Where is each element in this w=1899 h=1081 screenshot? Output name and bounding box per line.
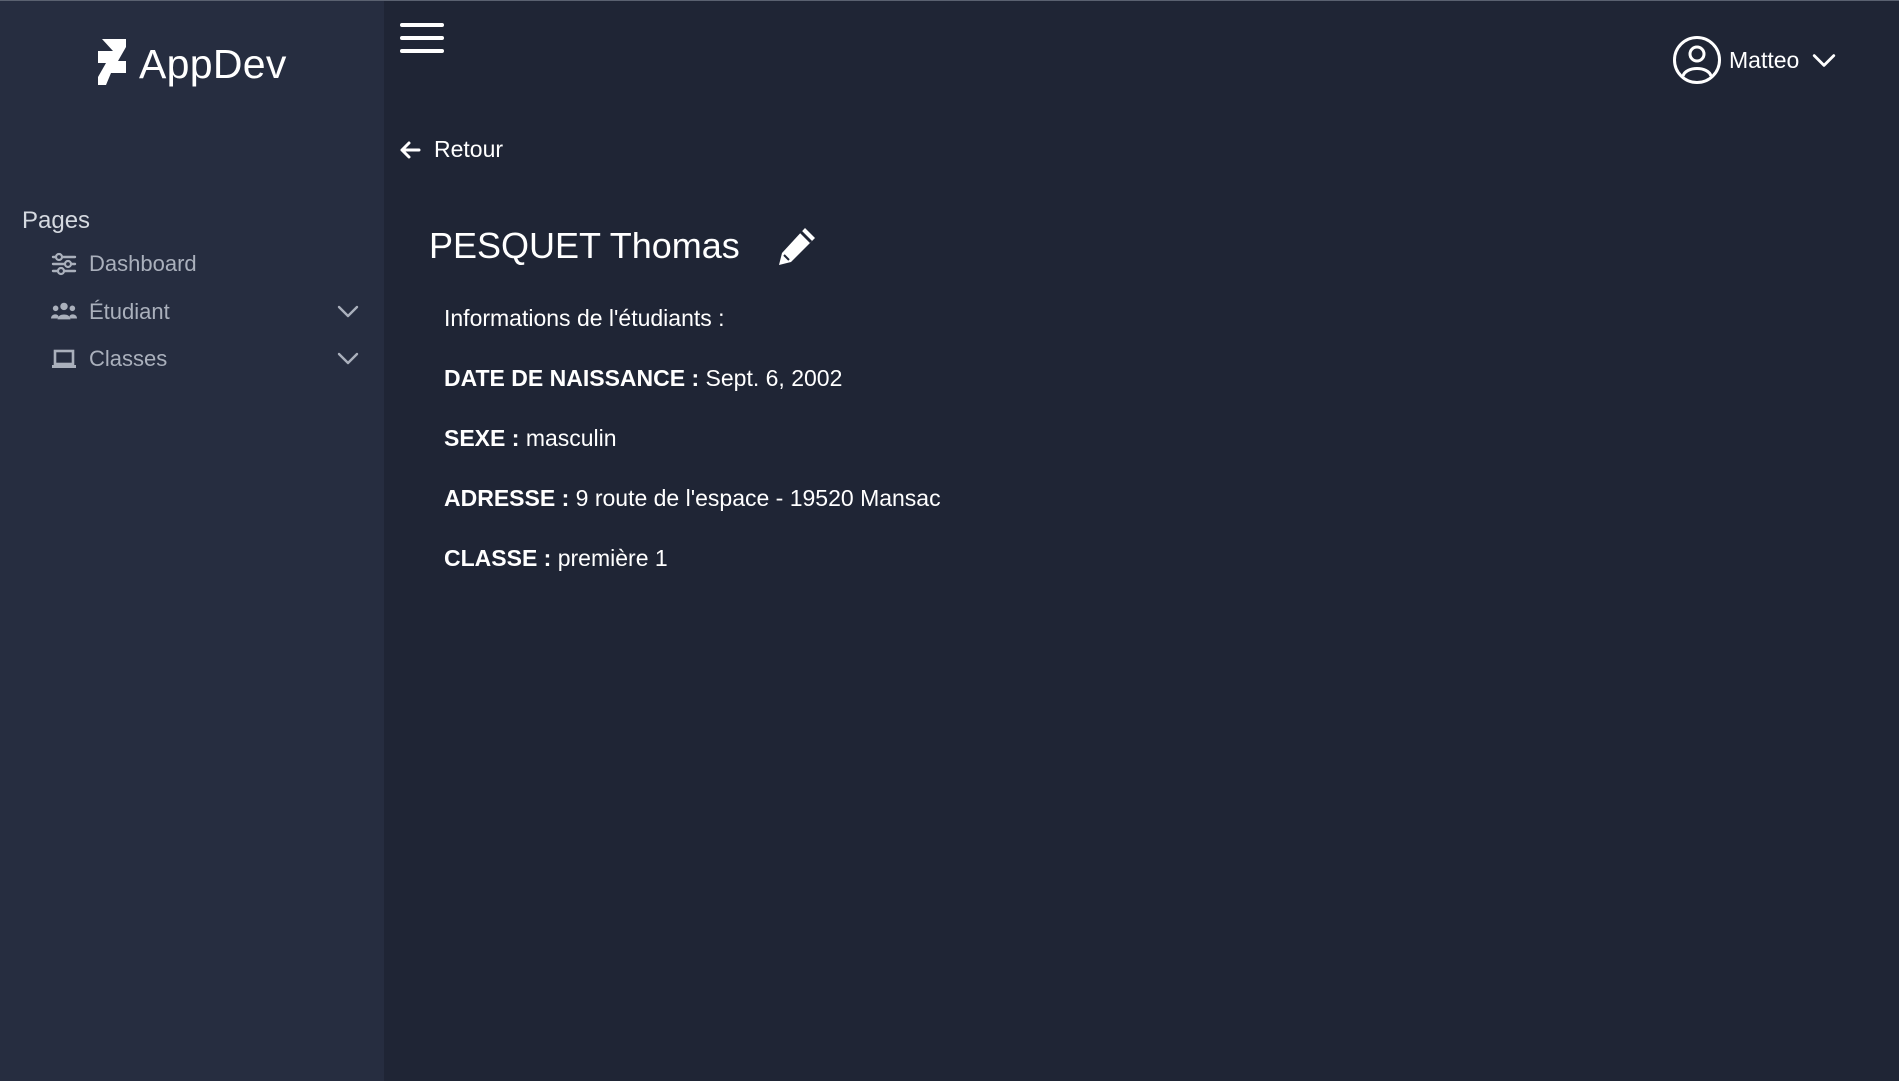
brand-name: AppDev	[139, 41, 287, 87]
back-label: Retour	[434, 136, 504, 162]
field-label: CLASSE :	[444, 545, 552, 571]
user-circle-icon	[1672, 35, 1722, 85]
deviantart-logo-icon	[96, 39, 128, 90]
pencil-icon[interactable]	[776, 225, 818, 267]
sidebar-item-label: Classes	[89, 346, 168, 371]
main-content: Matteo Retour PESQUET Thomas Information…	[384, 1, 1899, 1081]
user-menu[interactable]: Matteo	[1672, 34, 1837, 86]
sidebar-item-classes[interactable]: Classes	[50, 339, 372, 379]
chevron-down-icon[interactable]	[336, 346, 360, 370]
student-header: PESQUET Thomas	[429, 225, 818, 267]
nav-heading: Pages	[22, 207, 91, 234]
sliders-icon	[50, 252, 78, 276]
field-sex: SEXE : masculin	[444, 425, 617, 452]
brand[interactable]: AppDev	[96, 39, 287, 90]
hamburger-menu-icon[interactable]	[400, 23, 444, 55]
laptop-icon	[50, 347, 78, 371]
back-link[interactable]: Retour	[398, 136, 503, 163]
field-class: CLASSE : première 1	[444, 545, 668, 572]
sidebar-item-dashboard[interactable]: Dashboard	[50, 244, 372, 284]
arrow-left-icon	[400, 141, 421, 158]
field-label: SEXE :	[444, 425, 520, 451]
field-address: ADRESSE : 9 route de l'espace - 19520 Ma…	[444, 485, 941, 512]
sidebar-item-etudiant[interactable]: Étudiant	[50, 292, 372, 332]
field-value: première 1	[557, 545, 668, 571]
sidebar: AppDev Pages Dashboard Étudiant Classes	[0, 1, 384, 1081]
field-label: ADRESSE :	[444, 485, 570, 511]
chevron-down-icon	[1813, 54, 1836, 67]
field-birthdate: DATE DE NAISSANCE : Sept. 6, 2002	[444, 365, 842, 392]
sidebar-item-label: Étudiant	[89, 299, 170, 324]
chevron-down-icon[interactable]	[336, 299, 360, 323]
users-icon	[50, 300, 78, 324]
info-title: Informations de l'étudiants :	[444, 305, 725, 331]
field-label: DATE DE NAISSANCE :	[444, 365, 700, 391]
field-value: Sept. 6, 2002	[705, 365, 843, 391]
page-title: PESQUET Thomas	[429, 225, 740, 266]
sidebar-item-label: Dashboard	[89, 251, 197, 276]
user-name: Matteo	[1729, 46, 1800, 73]
field-value: masculin	[525, 425, 617, 451]
field-value: 9 route de l'espace - 19520 Mansac	[575, 485, 941, 511]
